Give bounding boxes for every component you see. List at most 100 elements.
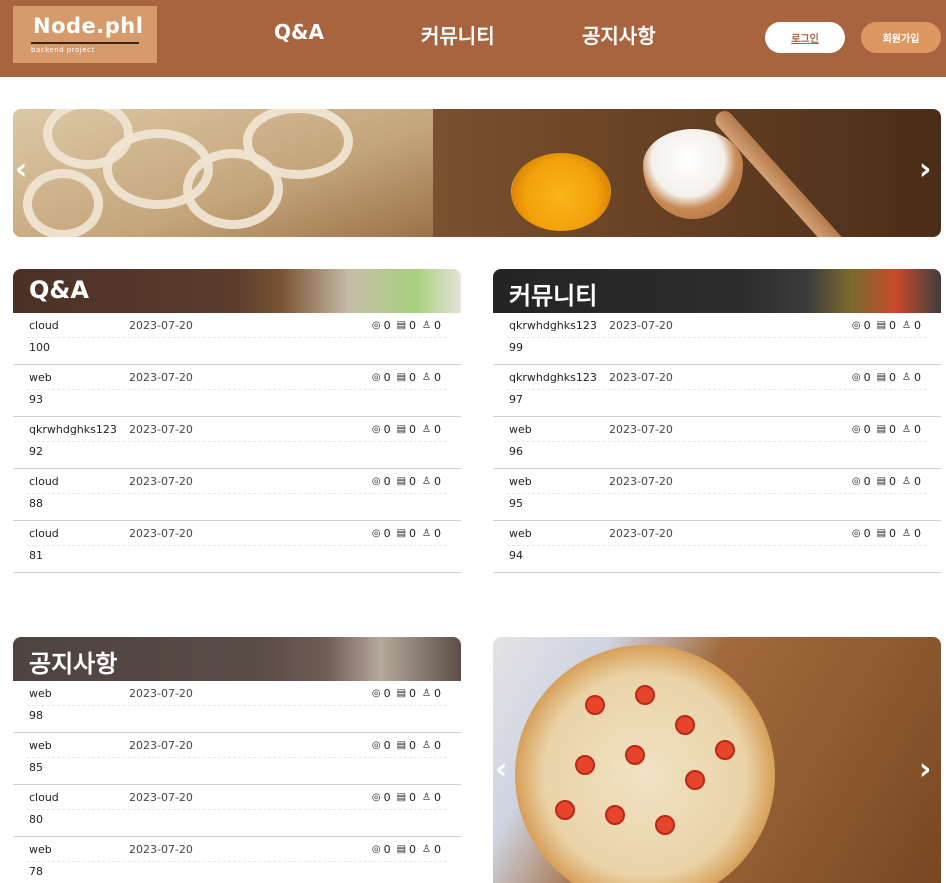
views-stat: ◎ 0 [372,371,391,384]
comments-stat: ▤ 0 [397,843,416,856]
likes-stat: ♙ 0 [422,791,441,804]
comments-count: 0 [409,739,417,752]
likes-count: 0 [914,371,921,384]
comments-count: 0 [409,423,417,436]
comments-stat: ▤ 0 [397,475,416,488]
pepper-slice [555,800,575,820]
thumbs-up-icon: ♙ [422,528,431,539]
comments-count: 0 [409,843,417,856]
likes-stat: ♙ 0 [422,843,441,856]
slider-next-arrow-icon[interactable]: › [919,155,931,185]
post-number: 97 [509,393,523,406]
post-row[interactable]: qkrwhdghks123 2023-07-20 ◎ 0 ▤ 0 ♙ 0 99 [493,313,941,365]
post-row[interactable]: qkrwhdghks123 2023-07-20 ◎ 0 ▤ 0 ♙ 0 92 [13,417,461,469]
divider [27,545,447,546]
slider-prev-arrow-icon[interactable]: ‹ [495,755,507,785]
pepper-slice [625,745,645,765]
divider [507,337,927,338]
comments-stat: ▤ 0 [877,319,896,332]
slider-prev-arrow-icon[interactable]: ‹ [15,155,27,185]
post-author: cloud [29,475,59,488]
nav-notice[interactable]: 공지사항 [582,20,656,49]
post-author: web [29,739,52,752]
views-count: 0 [383,319,391,332]
logo[interactable]: Node.phl backend project [13,6,157,63]
post-date: 2023-07-20 [129,371,193,384]
views-stat: ◎ 0 [372,687,391,700]
divider [27,389,447,390]
post-stats: ◎ 0 ▤ 0 ♙ 0 [852,319,921,332]
post-author: qkrwhdghks123 [509,371,597,384]
pizza-image [515,645,775,883]
views-count: 0 [383,527,391,540]
post-row[interactable]: web 2023-07-20 ◎ 0 ▤ 0 ♙ 0 95 [493,469,941,521]
eye-icon: ◎ [371,740,381,751]
views-count: 0 [383,739,391,752]
post-stats: ◎ 0 ▤ 0 ♙ 0 [372,843,441,856]
likes-count: 0 [434,739,441,752]
thumbs-up-icon: ♙ [422,740,431,751]
comment-icon: ▤ [396,740,407,751]
post-stats: ◎ 0 ▤ 0 ♙ 0 [372,319,441,332]
pepper-slice [635,685,655,705]
likes-stat: ♙ 0 [902,423,921,436]
post-row[interactable]: cloud 2023-07-20 ◎ 0 ▤ 0 ♙ 0 88 [13,469,461,521]
board-title[interactable]: 커뮤니티 [509,276,597,311]
post-author: qkrwhdghks123 [509,319,597,332]
likes-stat: ♙ 0 [902,319,921,332]
board-notice: 공지사항 web 2023-07-20 ◎ 0 ▤ 0 ♙ 0 98 web 2023-07-20 ◎… [13,637,461,883]
eye-icon: ◎ [851,476,861,487]
post-row[interactable]: cloud 2023-07-20 ◎ 0 ▤ 0 ♙ 0 81 [13,521,461,573]
views-count: 0 [383,843,391,856]
logo-title: Node.phl [33,14,144,38]
eye-icon: ◎ [851,320,861,331]
post-stats: ◎ 0 ▤ 0 ♙ 0 [852,423,921,436]
post-author: qkrwhdghks123 [29,423,117,436]
login-button[interactable]: 로그인 [765,22,845,53]
likes-count: 0 [434,687,441,700]
thumbs-up-icon: ♙ [422,320,431,331]
slider-next-arrow-icon[interactable]: › [919,755,931,785]
nav-community[interactable]: 커뮤니티 [421,20,495,49]
post-row[interactable]: web 2023-07-20 ◎ 0 ▤ 0 ♙ 0 78 [13,837,461,883]
post-row[interactable]: web 2023-07-20 ◎ 0 ▤ 0 ♙ 0 94 [493,521,941,573]
likes-count: 0 [434,371,441,384]
divider [507,493,927,494]
nav-qa[interactable]: Q&A [274,20,324,44]
post-row[interactable]: cloud 2023-07-20 ◎ 0 ▤ 0 ♙ 0 80 [13,785,461,837]
board-title[interactable]: Q&A [29,276,89,304]
comments-count: 0 [409,687,417,700]
comments-stat: ▤ 0 [877,423,896,436]
comments-stat: ▤ 0 [877,371,896,384]
post-date: 2023-07-20 [609,423,673,436]
signup-button[interactable]: 회원가입 [861,22,941,53]
comments-stat: ▤ 0 [397,319,416,332]
comments-count: 0 [889,423,897,436]
views-stat: ◎ 0 [852,423,871,436]
views-stat: ◎ 0 [852,371,871,384]
eye-icon: ◎ [371,844,381,855]
views-count: 0 [863,371,871,384]
post-row[interactable]: web 2023-07-20 ◎ 0 ▤ 0 ♙ 0 96 [493,417,941,469]
eye-icon: ◎ [371,320,381,331]
eye-icon: ◎ [851,528,861,539]
views-stat: ◎ 0 [372,739,391,752]
post-author: web [509,475,532,488]
likes-stat: ♙ 0 [422,739,441,752]
post-row[interactable]: cloud 2023-07-20 ◎ 0 ▤ 0 ♙ 0 100 [13,313,461,365]
thumbs-up-icon: ♙ [422,372,431,383]
post-row[interactable]: qkrwhdghks123 2023-07-20 ◎ 0 ▤ 0 ♙ 0 97 [493,365,941,417]
board-title[interactable]: 공지사항 [29,644,117,679]
likes-count: 0 [914,423,921,436]
post-row[interactable]: web 2023-07-20 ◎ 0 ▤ 0 ♙ 0 93 [13,365,461,417]
pepper-slice [575,755,595,775]
post-stats: ◎ 0 ▤ 0 ♙ 0 [372,739,441,752]
likes-stat: ♙ 0 [422,319,441,332]
post-row[interactable]: web 2023-07-20 ◎ 0 ▤ 0 ♙ 0 85 [13,733,461,785]
thumbs-up-icon: ♙ [422,792,431,803]
post-stats: ◎ 0 ▤ 0 ♙ 0 [372,791,441,804]
egg-yolk-image [511,153,611,231]
divider [27,809,447,810]
likes-stat: ♙ 0 [422,527,441,540]
post-row[interactable]: web 2023-07-20 ◎ 0 ▤ 0 ♙ 0 98 [13,681,461,733]
